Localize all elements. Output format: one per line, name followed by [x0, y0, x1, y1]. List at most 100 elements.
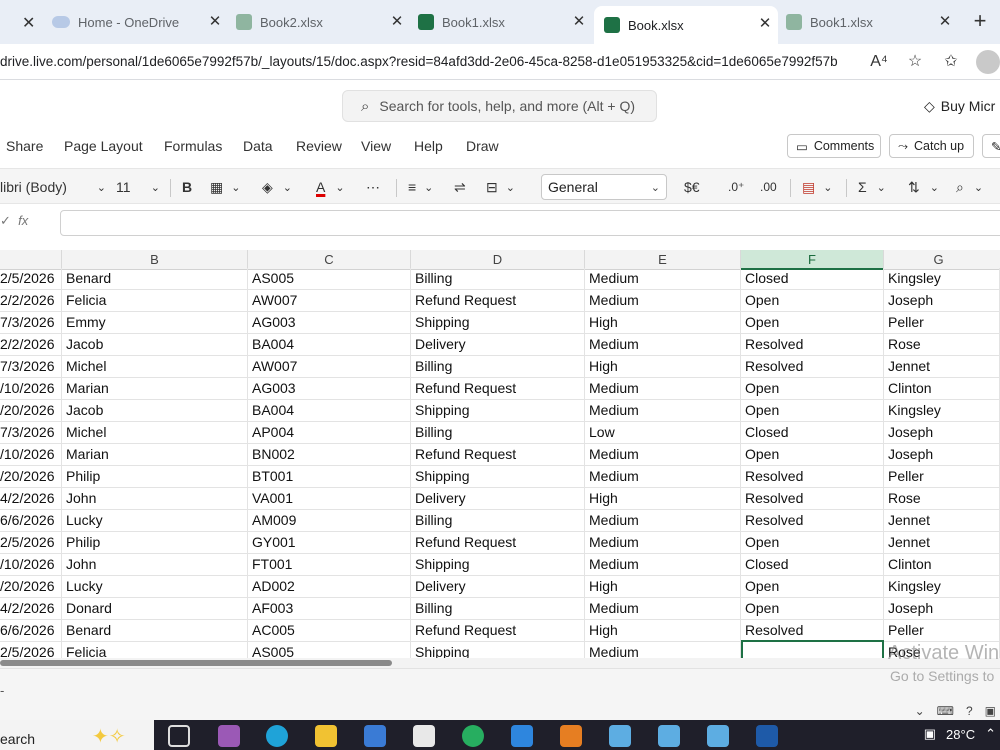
column-header-e[interactable]: E	[585, 250, 741, 270]
cell-id[interactable]: FT001	[248, 554, 411, 576]
cell-status[interactable]: Closed	[741, 268, 884, 290]
cell-status[interactable]: Open	[741, 598, 884, 620]
cell-status[interactable]: Resolved	[741, 488, 884, 510]
currency-format-icon[interactable]: $€	[684, 175, 700, 199]
number-format-dropdown[interactable]: General ⌄	[541, 174, 667, 200]
cell-priority[interactable]: Medium	[585, 466, 741, 488]
close-icon[interactable]: ✕	[570, 13, 588, 31]
task-view-icon[interactable]	[168, 725, 190, 747]
cell-priority[interactable]: Medium	[585, 400, 741, 422]
cell-category[interactable]: Billing	[411, 356, 585, 378]
trello-icon[interactable]	[756, 725, 778, 747]
cell-status[interactable]: Resolved	[741, 620, 884, 642]
autosum-icon[interactable]: Σ ⌄	[858, 175, 886, 199]
cell-priority[interactable]: High	[585, 488, 741, 510]
cell-name[interactable]: Benard	[62, 268, 248, 290]
column-header-g[interactable]: G	[884, 250, 1000, 270]
cell-category[interactable]: Billing	[411, 510, 585, 532]
more-options-icon[interactable]: ⋯	[366, 175, 380, 199]
cell-agent[interactable]: Rose	[884, 488, 1000, 510]
cell-date[interactable]: /10/2026	[0, 378, 62, 400]
borders-icon[interactable]: ▦ ⌄	[210, 175, 240, 199]
sheet-tab[interactable]: -	[0, 683, 4, 698]
cell-id[interactable]: AS005	[248, 268, 411, 290]
cell-id[interactable]: BT001	[248, 466, 411, 488]
cell-status[interactable]: Open	[741, 290, 884, 312]
search-input[interactable]: ⌕ Search for tools, help, and more (Alt …	[342, 90, 657, 122]
cell-category[interactable]: Shipping	[411, 312, 585, 334]
spreadsheet-grid[interactable]: B C D E F G 2/5/2026 Benard AS005 Billing Me…	[0, 250, 1000, 658]
close-icon[interactable]: ✕	[206, 13, 224, 31]
favorites-list-icon[interactable]: ✩	[940, 51, 962, 73]
cell-category[interactable]: Refund Request	[411, 532, 585, 554]
column-header-b[interactable]: B	[62, 250, 248, 270]
cell-id[interactable]: AF003	[248, 598, 411, 620]
cell-name[interactable]: Felicia	[62, 290, 248, 312]
cell-agent[interactable]: Joseph	[884, 444, 1000, 466]
cell-name[interactable]: Jacob	[62, 334, 248, 356]
weather-icon[interactable]: ▣	[924, 726, 936, 742]
align-icon[interactable]: ≡ ⌄	[408, 175, 433, 199]
cell-category[interactable]: Delivery	[411, 488, 585, 510]
cell-priority[interactable]: Medium	[585, 290, 741, 312]
formula-input[interactable]	[60, 210, 1000, 236]
cell-date[interactable]: /10/2026	[0, 554, 62, 576]
cell-priority[interactable]: Medium	[585, 378, 741, 400]
favorite-star-icon[interactable]: ☆	[904, 51, 926, 73]
cell-category[interactable]: Billing	[411, 422, 585, 444]
cell-status[interactable]: Closed	[741, 422, 884, 444]
close-icon[interactable]: ✕	[936, 13, 954, 31]
store-icon[interactable]	[413, 725, 435, 747]
cell-name[interactable]: Michel	[62, 422, 248, 444]
cell-date[interactable]: /20/2026	[0, 400, 62, 422]
cell-agent[interactable]: Joseph	[884, 422, 1000, 444]
folder-icon[interactable]	[707, 725, 729, 747]
column-header-c[interactable]: C	[248, 250, 411, 270]
cell-status[interactable]: Closed	[741, 554, 884, 576]
cell-id[interactable]: GY001	[248, 532, 411, 554]
tab-book1[interactable]: Book1.xlsx ✕	[418, 8, 592, 36]
cell-agent[interactable]: Kingsley	[884, 576, 1000, 598]
copilot-sparkle-icon[interactable]: ✦✧	[92, 724, 126, 749]
cell-status[interactable]: Open	[741, 400, 884, 422]
cell-date[interactable]: 4/2/2026	[0, 488, 62, 510]
folder-icon[interactable]	[609, 725, 631, 747]
cell-date[interactable]: 6/6/2026	[0, 510, 62, 532]
cell-agent[interactable]: Jennet	[884, 532, 1000, 554]
cell-priority[interactable]: Medium	[585, 334, 741, 356]
menu-share[interactable]: Share	[6, 138, 43, 154]
cell-agent[interactable]: Clinton	[884, 378, 1000, 400]
cell-status[interactable]: Open	[741, 378, 884, 400]
font-size-dropdown[interactable]: 11 ⌄	[116, 175, 164, 199]
close-icon[interactable]: ✕	[22, 13, 35, 33]
cell-id[interactable]: VA001	[248, 488, 411, 510]
cell-date[interactable]: 6/6/2026	[0, 620, 62, 642]
increase-decimal-icon[interactable]: .0⁺	[728, 175, 744, 199]
cell-id[interactable]: AS005	[248, 642, 411, 658]
cell-priority[interactable]: High	[585, 620, 741, 642]
cell-date[interactable]: 2/2/2026	[0, 334, 62, 356]
cell-priority[interactable]: High	[585, 312, 741, 334]
cell-id[interactable]: AD002	[248, 576, 411, 598]
cell-priority[interactable]: Medium	[585, 268, 741, 290]
cell-priority[interactable]: Low	[585, 422, 741, 444]
cell-name[interactable]: Michel	[62, 356, 248, 378]
cell-date[interactable]: /20/2026	[0, 466, 62, 488]
cell-date[interactable]: /10/2026	[0, 444, 62, 466]
cell-id[interactable]: AW007	[248, 290, 411, 312]
menu-draw[interactable]: Draw	[466, 138, 499, 154]
cell-name[interactable]: Philip	[62, 532, 248, 554]
cell-id[interactable]: BA004	[248, 400, 411, 422]
tab-home-onedrive[interactable]: Home - OneDrive ✕	[52, 8, 228, 36]
cell-status[interactable]: Resolved	[741, 334, 884, 356]
keyboard-icon[interactable]: ⌨	[937, 704, 954, 718]
cell-name[interactable]: Marian	[62, 378, 248, 400]
conditional-format-icon[interactable]: ▤ ⌄	[802, 175, 832, 199]
cell-status[interactable]: Open	[741, 312, 884, 334]
cell-name[interactable]: John	[62, 554, 248, 576]
active-cell-highlight[interactable]	[741, 640, 884, 658]
fill-color-icon[interactable]: ◈ ⌄	[262, 175, 292, 199]
menu-view[interactable]: View	[361, 138, 391, 154]
cell-name[interactable]: Felicia	[62, 642, 248, 658]
cell-date[interactable]: 7/3/2026	[0, 312, 62, 334]
